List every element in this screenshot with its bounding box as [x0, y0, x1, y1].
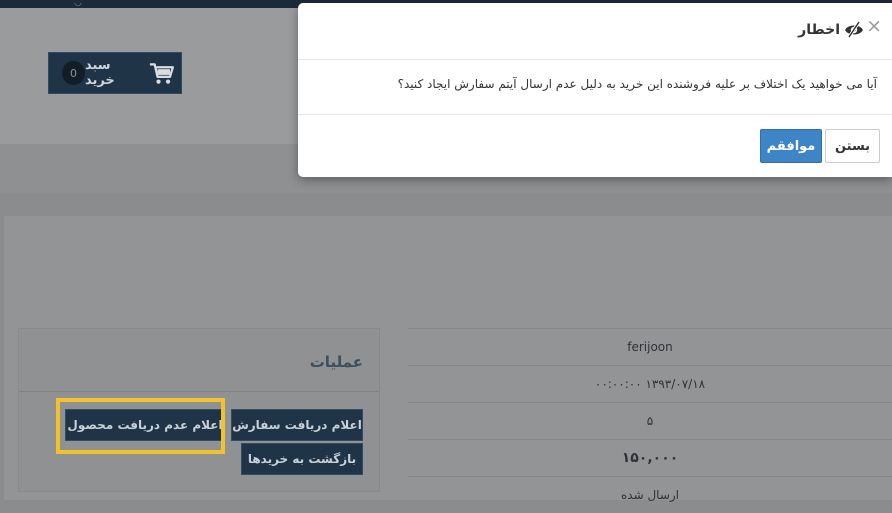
agree-button[interactable]: موافقم: [760, 129, 822, 163]
back-to-purchases-button[interactable]: بازگشت به خریدها: [241, 443, 363, 475]
dialog-title: اخطار: [798, 22, 840, 38]
eye-slash-icon: [845, 21, 863, 38]
order-received-button[interactable]: اعلام دریافت سفارش: [231, 409, 363, 441]
cart-label: سبد خرید: [84, 58, 115, 88]
dialog-title-wrap: اخطار: [798, 20, 864, 40]
operations-header: عملیات: [19, 329, 379, 392]
cart-button[interactable]: سبد خرید 0: [48, 52, 182, 94]
dialog-footer: بستن موافقم: [298, 115, 892, 178]
order-quantity: ۵: [408, 402, 892, 439]
order-date: ۰۰:۰۰:۰۰ ۱۳۹۳/۰۷/۱۸: [408, 365, 892, 402]
cart-count-badge: 0: [62, 61, 85, 85]
shopping-cart-icon: [150, 63, 175, 84]
order-status: ارسال شده: [408, 476, 892, 513]
close-icon[interactable]: ×: [866, 17, 882, 36]
dialog-message: آیا می خواهید یک اختلاف بر علیه فروشنده …: [397, 77, 877, 91]
close-button[interactable]: بستن: [825, 129, 880, 163]
dialog-body: آیا می خواهید یک اختلاف بر علیه فروشنده …: [298, 60, 892, 115]
operations-title: عملیات: [309, 353, 363, 371]
warning-dialog: × اخطار آیا می خواهید یک اختلاف بر علیه …: [298, 3, 892, 177]
order-info-table: ferijoon ۰۰:۰۰:۰۰ ۱۳۹۳/۰۷/۱۸ ۵ ۱۵۰,۰۰۰ ا…: [408, 328, 892, 502]
nav-glyph-icon: ◡: [74, 0, 82, 8]
dialog-header: × اخطار: [298, 3, 892, 60]
order-price: ۱۵۰,۰۰۰: [408, 439, 892, 476]
highlight-box: [56, 398, 225, 454]
seller-name: ferijoon: [408, 328, 892, 365]
